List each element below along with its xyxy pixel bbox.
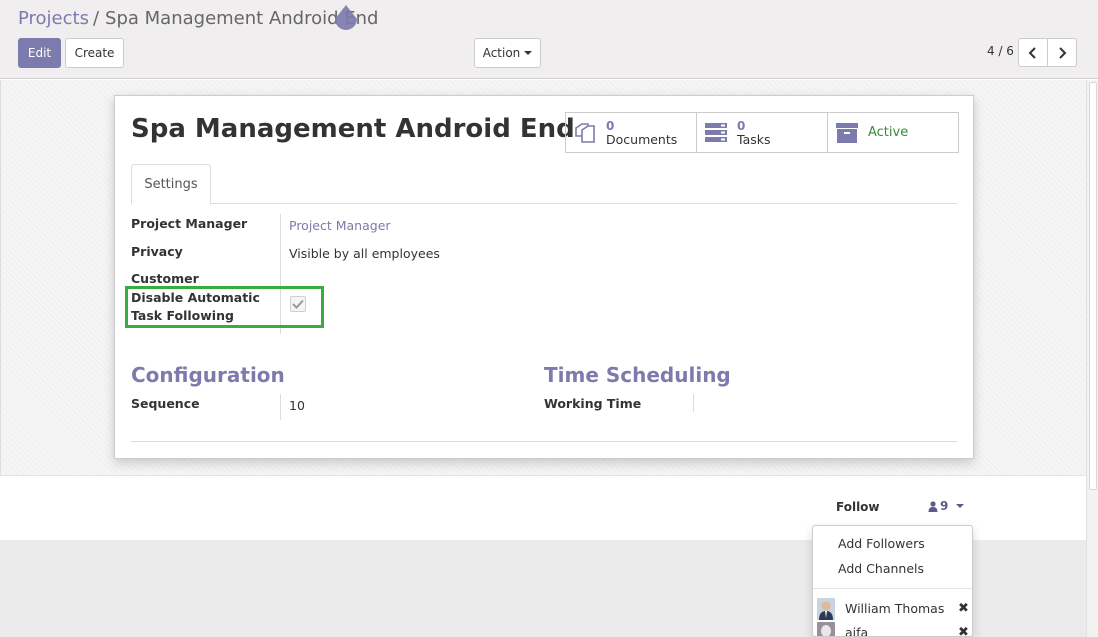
action-label: Action — [482, 46, 521, 60]
tasks-label: Tasks — [737, 131, 771, 147]
documents-label: Documents — [606, 131, 678, 147]
action-dropdown-button[interactable]: Action — [474, 38, 541, 68]
scrollbar-thumb[interactable] — [1089, 82, 1097, 490]
followers-dropdown: Add Followers Add Channels William Thoma… — [812, 525, 973, 637]
privacy-label: Privacy — [131, 244, 183, 259]
add-followers-item[interactable]: Add Followers — [838, 536, 925, 551]
pager-value: 4 / 6 — [987, 44, 1014, 58]
documents-count: 0 — [606, 118, 615, 133]
followers-toggle[interactable]: 9 — [928, 499, 965, 513]
create-button[interactable]: Create — [65, 38, 124, 68]
archive-icon — [834, 120, 860, 146]
follower-item: aifa ✖ — [813, 622, 972, 636]
project-manager-link[interactable]: Project Manager — [289, 218, 391, 233]
form-sheet: Spa Management Android End 0 Documents 0T… — [114, 95, 974, 459]
tasks-count: 0 — [737, 118, 746, 133]
checkmark-icon — [292, 299, 304, 309]
sheet-divider — [131, 441, 957, 442]
working-time-separator — [693, 394, 694, 412]
pager-next-button[interactable] — [1047, 38, 1077, 67]
follower-name[interactable]: aifa — [845, 625, 868, 636]
breadcrumb-separator: / — [92, 8, 100, 29]
project-manager-label: Project Manager — [131, 216, 248, 231]
configuration-title: Configuration — [131, 363, 285, 387]
tasks-icon — [703, 120, 729, 146]
working-time-label: Working Time — [544, 396, 642, 411]
documents-icon — [572, 120, 598, 146]
privacy-value: Visible by all employees — [289, 246, 440, 261]
remove-follower-icon[interactable]: ✖ — [958, 625, 969, 636]
drop-cursor-icon — [335, 5, 357, 30]
avatar — [817, 622, 835, 636]
followers-count: 9 — [940, 499, 949, 513]
sequence-value[interactable]: 10 — [289, 398, 305, 413]
breadcrumb-projects-link[interactable]: Projects — [18, 8, 89, 29]
sequence-separator — [280, 394, 281, 420]
user-icon — [928, 500, 938, 512]
remove-follower-icon[interactable]: ✖ — [958, 601, 969, 616]
pager-previous-button[interactable] — [1018, 38, 1048, 67]
dropdown-divider — [813, 588, 972, 589]
avatar — [817, 598, 835, 620]
sequence-label: Sequence — [131, 396, 200, 411]
tasks-button[interactable]: 0 Tasks — [697, 113, 828, 152]
add-channels-item[interactable]: Add Channels — [838, 561, 924, 576]
smart-button-box: 0 Documents 0 Tasks Active — [565, 112, 959, 153]
caret-down-icon — [956, 504, 965, 508]
caret-down-icon — [524, 51, 533, 55]
chevron-right-icon — [1059, 46, 1067, 59]
control-panel: Projects / Spa Management Android End Edit… — [0, 0, 1098, 79]
active-toggle-button[interactable]: Active — [828, 113, 958, 152]
breadcrumb: Projects / Spa Management Android End — [18, 8, 378, 29]
time-scheduling-title: Time Scheduling — [544, 363, 731, 387]
edit-button[interactable]: Edit — [18, 38, 61, 68]
follower-item: William Thomas ✖ — [813, 598, 972, 620]
active-label: Active — [868, 125, 909, 140]
record-title: Spa Management Android End — [131, 114, 575, 144]
notebook-tabs: Settings — [131, 164, 957, 205]
chevron-left-icon — [1028, 46, 1036, 59]
disable-following-checkbox[interactable] — [290, 296, 306, 312]
follow-button[interactable]: Follow — [836, 500, 880, 514]
follower-name[interactable]: William Thomas — [845, 601, 944, 616]
tab-settings[interactable]: Settings — [131, 164, 211, 205]
documents-button[interactable]: 0 Documents — [566, 113, 697, 152]
scrollbar[interactable] — [1086, 80, 1098, 637]
